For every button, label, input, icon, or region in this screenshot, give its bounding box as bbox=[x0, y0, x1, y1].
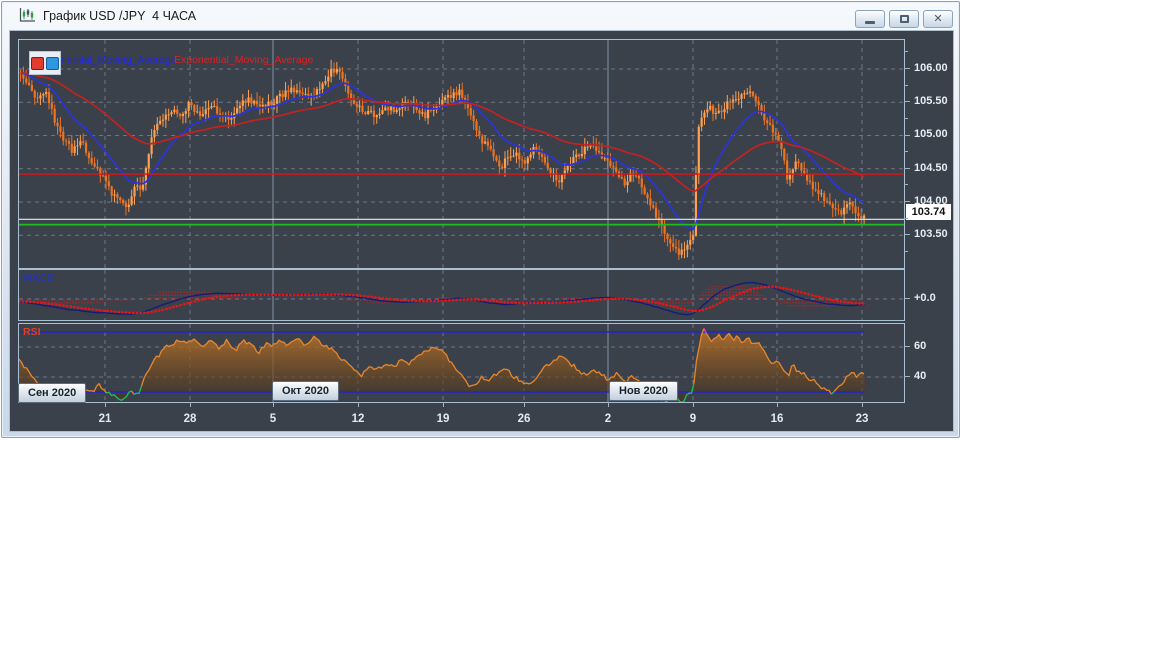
axis-tick bbox=[904, 135, 910, 136]
axis-tick bbox=[777, 402, 778, 407]
rsi-axis-label: 60 bbox=[914, 340, 927, 352]
date-label: 19 bbox=[436, 413, 450, 425]
axis-tick bbox=[904, 218, 908, 219]
date-label: 28 bbox=[183, 413, 197, 425]
axis-tick bbox=[904, 68, 910, 69]
legend-swatches[interactable] bbox=[29, 51, 61, 75]
axis-tick bbox=[105, 402, 106, 407]
axis-tick bbox=[904, 234, 910, 235]
axis-tick bbox=[524, 402, 525, 407]
macd-axis-label: +0.0 bbox=[914, 292, 936, 304]
date-label: 23 bbox=[855, 413, 869, 425]
axis-tick bbox=[904, 101, 910, 102]
axis-tick bbox=[904, 184, 908, 185]
restore-icon bbox=[899, 15, 909, 23]
minimize-icon bbox=[865, 20, 875, 24]
window-title: График USD /JPY 4 ЧАСА bbox=[43, 8, 197, 23]
axis-tick bbox=[904, 151, 908, 152]
price-chart-canvas[interactable] bbox=[19, 40, 904, 268]
close-icon: ✕ bbox=[933, 12, 943, 25]
restore-button[interactable] bbox=[889, 10, 919, 28]
axis-tick bbox=[904, 201, 910, 202]
chart-icon bbox=[19, 8, 35, 22]
axis-tick bbox=[693, 402, 694, 407]
axis-tick bbox=[190, 402, 191, 407]
axis-tick bbox=[358, 402, 359, 407]
axis-tick bbox=[904, 168, 910, 169]
price-axis-label: 105.00 bbox=[914, 128, 948, 140]
axis-tick bbox=[904, 298, 910, 299]
ema-red-swatch-icon[interactable] bbox=[31, 56, 44, 70]
ema-blue-swatch-icon[interactable] bbox=[46, 56, 59, 70]
window-buttons: ✕ bbox=[855, 10, 953, 28]
date-label: 2 bbox=[604, 413, 612, 425]
ema-slow-label: Exponential_Moving_Average bbox=[174, 54, 314, 66]
axis-tick bbox=[904, 346, 910, 347]
rsi-label: RSI bbox=[23, 326, 41, 338]
month-label-sep[interactable]: Сен 2020 bbox=[18, 383, 87, 403]
price-axis-label: 104.50 bbox=[914, 162, 948, 174]
axis-tick bbox=[904, 51, 908, 52]
chart-window: График USD /JPY 4 ЧАСА ✕ Exponential_Mov… bbox=[1, 1, 960, 438]
axis-tick bbox=[273, 402, 274, 407]
price-axis[interactable]: 106.00 105.50 105.00 104.50 104.00 103.5… bbox=[905, 31, 953, 431]
price-axis-label: 106.00 bbox=[914, 62, 948, 74]
axis-tick bbox=[904, 85, 908, 86]
macd-panel[interactable]: MACD bbox=[18, 269, 905, 321]
axis-tick bbox=[904, 118, 908, 119]
axis-tick bbox=[862, 402, 863, 407]
month-label-okt[interactable]: Окт 2020 bbox=[272, 381, 339, 401]
price-axis-label: 105.50 bbox=[914, 95, 948, 107]
macd-chart-canvas[interactable] bbox=[19, 270, 904, 320]
rsi-panel[interactable]: RSI bbox=[18, 323, 905, 403]
close-button[interactable]: ✕ bbox=[923, 10, 953, 28]
title-bar[interactable]: График USD /JPY 4 ЧАСА ✕ bbox=[2, 2, 959, 29]
date-label: 21 bbox=[98, 413, 112, 425]
axis-tick bbox=[608, 402, 609, 407]
date-label: 9 bbox=[689, 413, 697, 425]
current-price-tag: 103.74 bbox=[906, 204, 951, 220]
date-label: 26 bbox=[517, 413, 531, 425]
date-label: 5 bbox=[269, 413, 277, 425]
price-panel[interactable]: Exponential_Moving_Average Exponential_M… bbox=[18, 39, 905, 269]
macd-label: MACD bbox=[23, 272, 55, 284]
rsi-chart-canvas[interactable] bbox=[19, 324, 904, 402]
axis-tick bbox=[904, 251, 908, 252]
axis-tick bbox=[904, 376, 910, 377]
axis-tick bbox=[443, 402, 444, 407]
date-label: 12 bbox=[351, 413, 365, 425]
chart-client-area: Exponential_Moving_Average Exponential_M… bbox=[9, 30, 954, 432]
date-label: 16 bbox=[770, 413, 784, 425]
month-label-nov[interactable]: Нов 2020 bbox=[609, 381, 678, 401]
price-axis-label: 103.50 bbox=[914, 228, 948, 240]
rsi-axis-label: 40 bbox=[914, 370, 927, 382]
minimize-button[interactable] bbox=[855, 10, 885, 28]
